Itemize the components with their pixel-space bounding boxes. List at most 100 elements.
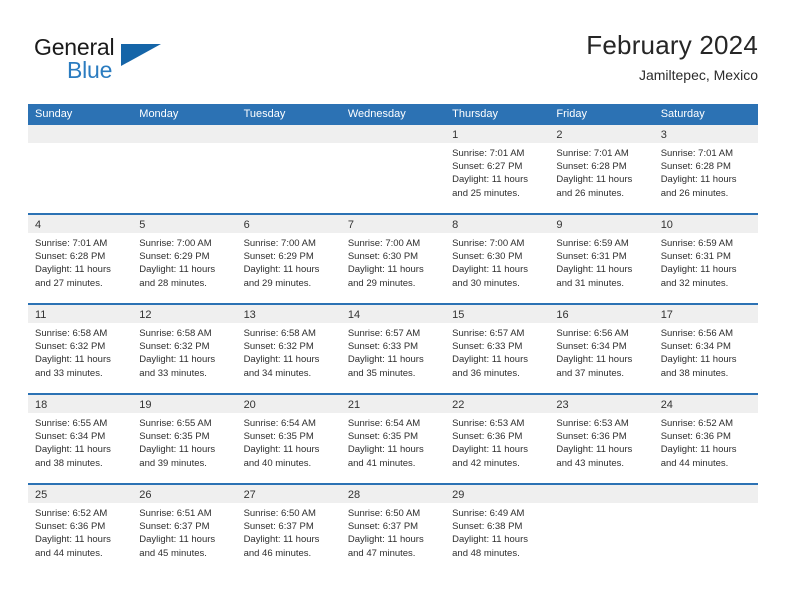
day-number bbox=[132, 129, 139, 141]
weekday-wednesday: Wednesday bbox=[347, 108, 406, 120]
daylight-text-line2: and 30 minutes. bbox=[452, 277, 520, 289]
day-number: 3 bbox=[660, 129, 667, 141]
daylight-text-line2: and 45 minutes. bbox=[139, 547, 207, 559]
daylight-text-line2: and 42 minutes. bbox=[452, 457, 520, 469]
daylight-text-line2: and 36 minutes. bbox=[452, 367, 520, 379]
sunrise-text: Sunrise: 6:51 AM bbox=[139, 508, 212, 519]
sunrise-text: Sunrise: 7:01 AM bbox=[556, 148, 629, 159]
day-cell[interactable]: 26 Sunrise: 6:51 AM Sunset: 6:37 PM Dayligh… bbox=[132, 485, 237, 575]
day-cell[interactable]: 13 Sunrise: 6:58 AM Sunset: 6:32 PM Dayligh… bbox=[236, 305, 341, 393]
daylight-text-line1: Daylight: 11 hours bbox=[452, 444, 528, 456]
day-number: 18 bbox=[35, 399, 48, 411]
day-cell[interactable]: 29 Sunrise: 6:49 AM Sunset: 6:38 PM Dayligh… bbox=[445, 485, 550, 575]
daylight-text-line1: Daylight: 11 hours bbox=[347, 534, 424, 546]
day-cell[interactable] bbox=[340, 125, 446, 213]
day-cell[interactable]: 28 Sunrise: 6:50 AM Sunset: 6:37 PM Dayligh… bbox=[340, 485, 446, 575]
day-cell[interactable]: 24 Sunrise: 6:52 AM Sunset: 6:36 PM Dayligh… bbox=[653, 395, 758, 483]
sunset-text: Sunset: 6:33 PM bbox=[347, 341, 419, 353]
day-cell[interactable]: 19 Sunrise: 6:55 AM Sunset: 6:35 PM Dayligh… bbox=[132, 395, 237, 483]
sunset-text: Sunset: 6:29 PM bbox=[139, 251, 210, 263]
day-cell[interactable]: 7 Sunrise: 7:00 AM Sunset: 6:30 PM Daylight… bbox=[340, 215, 446, 303]
day-cell[interactable]: 10 Sunrise: 6:59 AM Sunset: 6:31 PM Dayligh… bbox=[653, 215, 758, 303]
daylight-text-line1: Daylight: 11 hours bbox=[556, 444, 633, 456]
sunset-text: Sunset: 6:32 PM bbox=[139, 341, 210, 353]
daylight-text-line2: and 35 minutes. bbox=[347, 367, 416, 379]
daylight-text-line1: Daylight: 11 hours bbox=[243, 264, 320, 276]
day-info: Sunrise: 6:54 AM Sunset: 6:35 PM Daylight:… bbox=[341, 413, 445, 470]
day-cell[interactable]: 11 Sunrise: 6:58 AM Sunset: 6:32 PM Dayligh… bbox=[28, 305, 133, 393]
day-number: 11 bbox=[35, 309, 47, 321]
day-cell[interactable]: 18 Sunrise: 6:55 AM Sunset: 6:34 PM Dayligh… bbox=[28, 395, 133, 483]
day-number: 4 bbox=[35, 219, 42, 231]
general-blue-logo[interactable]: General Blue bbox=[34, 34, 234, 90]
sunset-text: Sunset: 6:29 PM bbox=[243, 251, 314, 263]
daylight-text-line2: and 41 minutes. bbox=[347, 457, 416, 469]
weekday-friday: Friday bbox=[556, 108, 587, 120]
day-number: 6 bbox=[243, 219, 250, 231]
day-cell[interactable]: 5 Sunrise: 7:00 AM Sunset: 6:29 PM Daylight… bbox=[132, 215, 237, 303]
day-cell[interactable]: 20 Sunrise: 6:54 AM Sunset: 6:35 PM Dayligh… bbox=[236, 395, 341, 483]
day-cell[interactable]: 23 Sunrise: 6:53 AM Sunset: 6:36 PM Dayligh… bbox=[549, 395, 654, 483]
day-info: Sunrise: 7:00 AM Sunset: 6:29 PM Daylight:… bbox=[132, 233, 236, 290]
daylight-text-line2: and 38 minutes. bbox=[660, 367, 729, 379]
title-block: February 2024 Jamiltepec, Mexico bbox=[586, 28, 758, 86]
day-cell[interactable]: 21 Sunrise: 6:54 AM Sunset: 6:35 PM Dayligh… bbox=[340, 395, 446, 483]
sunset-text: Sunset: 6:31 PM bbox=[660, 251, 731, 263]
day-cell[interactable] bbox=[549, 485, 654, 575]
day-cell[interactable]: 25 Sunrise: 6:52 AM Sunset: 6:36 PM Dayligh… bbox=[28, 485, 133, 575]
day-cell[interactable]: 14 Sunrise: 6:57 AM Sunset: 6:33 PM Dayligh… bbox=[340, 305, 446, 393]
daylight-text-line2: and 48 minutes. bbox=[452, 547, 520, 559]
daylight-text-line1: Daylight: 11 hours bbox=[139, 354, 216, 366]
day-number: 2 bbox=[556, 129, 563, 141]
day-number: 20 bbox=[243, 399, 256, 411]
day-info: Sunrise: 7:01 AM Sunset: 6:28 PM Daylight:… bbox=[654, 143, 758, 200]
day-cell[interactable] bbox=[653, 485, 758, 575]
sunset-text: Sunset: 6:36 PM bbox=[660, 431, 731, 443]
sunset-text: Sunset: 6:28 PM bbox=[660, 161, 731, 173]
sunset-text: Sunset: 6:30 PM bbox=[347, 251, 419, 263]
day-cell[interactable]: 16 Sunrise: 6:56 AM Sunset: 6:34 PM Dayligh… bbox=[549, 305, 654, 393]
day-cell[interactable]: 4 Sunrise: 7:01 AM Sunset: 6:28 PM Daylight… bbox=[28, 215, 133, 303]
sunset-text: Sunset: 6:37 PM bbox=[347, 521, 419, 533]
day-cell[interactable]: 2 Sunrise: 7:01 AM Sunset: 6:28 PM Daylight… bbox=[549, 125, 654, 213]
day-cell[interactable]: 8 Sunrise: 7:00 AM Sunset: 6:30 PM Daylight… bbox=[445, 215, 550, 303]
daylight-text-line1: Daylight: 11 hours bbox=[139, 534, 216, 546]
day-number: 1 bbox=[452, 129, 459, 141]
sunrise-text: Sunrise: 7:01 AM bbox=[452, 148, 525, 159]
sunrise-text: Sunrise: 6:57 AM bbox=[347, 328, 421, 339]
day-cell[interactable]: 3 Sunrise: 7:01 AM Sunset: 6:28 PM Daylight… bbox=[653, 125, 758, 213]
day-cell[interactable]: 1 Sunrise: 7:01 AM Sunset: 6:27 PM Daylight… bbox=[445, 125, 550, 213]
sunrise-text: Sunrise: 6:58 AM bbox=[243, 328, 316, 339]
daylight-text-line1: Daylight: 11 hours bbox=[556, 174, 633, 186]
daylight-text-line1: Daylight: 11 hours bbox=[556, 354, 633, 366]
sunrise-text: Sunrise: 6:59 AM bbox=[556, 238, 629, 249]
sunset-text: Sunset: 6:28 PM bbox=[556, 161, 627, 173]
day-info: Sunrise: 6:55 AM Sunset: 6:34 PM Daylight:… bbox=[28, 413, 132, 470]
day-cell[interactable]: 15 Sunrise: 6:57 AM Sunset: 6:33 PM Dayligh… bbox=[445, 305, 550, 393]
day-info: Sunrise: 7:00 AM Sunset: 6:30 PM Daylight:… bbox=[445, 233, 549, 290]
day-info: Sunrise: 6:53 AM Sunset: 6:36 PM Daylight:… bbox=[445, 413, 549, 470]
day-cell[interactable]: 12 Sunrise: 6:58 AM Sunset: 6:32 PM Dayligh… bbox=[132, 305, 237, 393]
sunset-text: Sunset: 6:36 PM bbox=[556, 431, 627, 443]
day-number: 7 bbox=[347, 219, 354, 231]
sunset-text: Sunset: 6:36 PM bbox=[35, 521, 106, 533]
weekday-thursday: Thursday bbox=[452, 108, 498, 120]
day-number: 24 bbox=[660, 399, 673, 411]
day-cell[interactable]: 9 Sunrise: 6:59 AM Sunset: 6:31 PM Daylight… bbox=[549, 215, 654, 303]
day-cell[interactable]: 6 Sunrise: 7:00 AM Sunset: 6:29 PM Daylight… bbox=[236, 215, 341, 303]
day-cell[interactable] bbox=[28, 125, 133, 213]
daylight-text-line1: Daylight: 11 hours bbox=[660, 174, 737, 186]
day-info bbox=[654, 503, 758, 507]
logo-text-blue: Blue bbox=[67, 57, 113, 83]
day-number: 17 bbox=[660, 309, 673, 321]
sunrise-text: Sunrise: 6:58 AM bbox=[139, 328, 212, 339]
daylight-text-line2: and 43 minutes. bbox=[556, 457, 625, 469]
week-row: 1 Sunrise: 7:01 AM Sunset: 6:27 PM Daylight… bbox=[28, 125, 758, 215]
day-number: 22 bbox=[452, 399, 465, 411]
day-cell[interactable]: 22 Sunrise: 6:53 AM Sunset: 6:36 PM Dayligh… bbox=[445, 395, 550, 483]
day-cell[interactable] bbox=[236, 125, 341, 213]
day-cell[interactable]: 27 Sunrise: 6:50 AM Sunset: 6:37 PM Dayligh… bbox=[236, 485, 341, 575]
day-cell[interactable] bbox=[132, 125, 237, 213]
sunset-text: Sunset: 6:35 PM bbox=[347, 431, 419, 443]
day-cell[interactable]: 17 Sunrise: 6:56 AM Sunset: 6:34 PM Dayligh… bbox=[653, 305, 758, 393]
